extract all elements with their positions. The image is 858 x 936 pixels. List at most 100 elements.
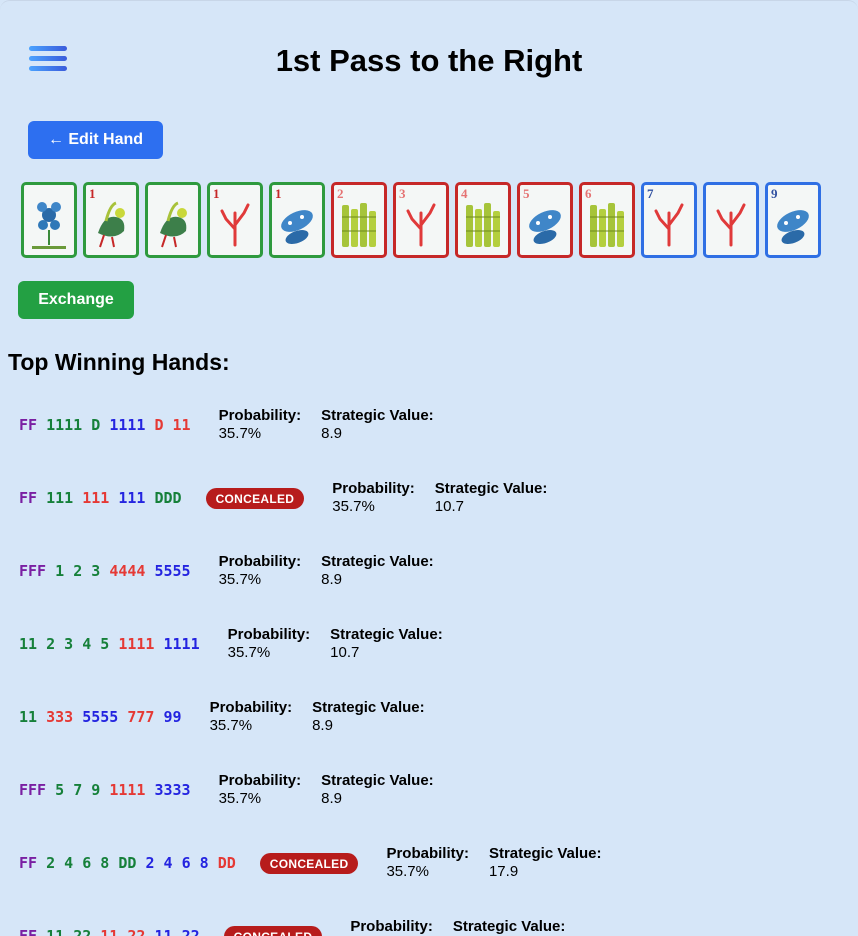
- probability-label: Probability:: [218, 407, 302, 424]
- probability-stat: Probability: 35.7%: [219, 553, 302, 589]
- tile-crak[interactable]: 1: [207, 182, 263, 258]
- winning-hand-row[interactable]: FF 2 4 6 8 DD 2 4 6 8 DD CONCEALED Probabi…: [19, 845, 602, 881]
- probability-stat: Probability: 35.7%: [386, 845, 469, 881]
- hand-group: 3333: [154, 781, 191, 799]
- probability-label: Probability:: [209, 699, 293, 716]
- tile-number: 9: [771, 186, 778, 201]
- tile-dot[interactable]: 9: [765, 182, 821, 258]
- strategic-value-stat: Strategic Value: 8.9: [321, 553, 434, 589]
- tile-bird[interactable]: 1: [83, 182, 139, 258]
- tile-number: 1: [89, 186, 96, 201]
- hand-group: 22: [127, 927, 146, 936]
- probability-value: 35.7%: [218, 571, 262, 588]
- hand-pattern: FF 111 111 111 DDD: [19, 480, 182, 507]
- strategic-value-stat: Strategic Value: 8.9: [321, 772, 434, 808]
- probability-stat: Probability: 35.7%: [219, 772, 302, 808]
- hand-group: DD: [118, 854, 137, 872]
- hand-group: FF: [19, 854, 38, 872]
- tile-bam[interactable]: 2: [331, 182, 387, 258]
- tile-bam[interactable]: 4: [455, 182, 511, 258]
- hand-group: 4: [64, 854, 74, 872]
- winning-hand-row[interactable]: FFF 5 7 9 1111 3333 Probability: 35.7% Stra…: [19, 772, 434, 808]
- tile-crak[interactable]: [703, 182, 759, 258]
- tile-rack: 1 1 1 2 3 4 5 6 7 9: [21, 182, 821, 258]
- probability-label: Probability:: [386, 845, 469, 862]
- probability-stat: Probability:: [350, 918, 433, 936]
- section-title: Top Winning Hands:: [8, 349, 230, 375]
- probability-label: Probability:: [227, 626, 311, 643]
- probability-label: Probability:: [218, 772, 302, 789]
- hand-group: 111: [46, 489, 74, 507]
- strategic-value-stat: Strategic Value: 8.9: [321, 407, 434, 443]
- hand-pattern: 11 333 5555 777 99: [19, 699, 182, 726]
- winning-hand-row[interactable]: FF 1111 D 1111 D 11 Probability: 35.7% Stra…: [19, 407, 434, 443]
- hand-group: D: [154, 416, 164, 434]
- strategic-value-label: Strategic Value:: [434, 480, 548, 497]
- tile-number: 3: [399, 186, 406, 201]
- tile-bam[interactable]: 6: [579, 182, 635, 258]
- probability-value: 35.7%: [227, 644, 271, 661]
- hand-pattern: FF 11 22 11 22 11 22: [19, 918, 200, 936]
- hand-group: 1111: [163, 635, 200, 653]
- winning-hand-row[interactable]: 11 2 3 4 5 1111 1111 Probability: 35.7% Str…: [19, 626, 443, 662]
- hand-group: 111: [82, 489, 110, 507]
- hand-group: 5: [55, 781, 65, 799]
- tile-dot[interactable]: 1: [269, 182, 325, 258]
- tile-flower[interactable]: [21, 182, 77, 258]
- winning-hand-row[interactable]: FF 11 22 11 22 11 22 CONCEALED Probability…: [19, 918, 565, 936]
- exchange-button[interactable]: Exchange: [18, 281, 134, 319]
- winning-hand-row[interactable]: 11 333 5555 777 99 Probability: 35.7% Strat…: [19, 699, 425, 735]
- probability-value: 35.7%: [218, 790, 262, 807]
- tile-crak[interactable]: 3: [393, 182, 449, 258]
- app-frame: 1st Pass to the Right ← Edit Hand 111234…: [0, 0, 858, 936]
- hand-group: 9: [91, 781, 101, 799]
- tile-crak[interactable]: 7: [641, 182, 697, 258]
- hand-group: 8: [199, 854, 209, 872]
- hand-group: DD: [217, 854, 236, 872]
- hand-group: 11: [100, 927, 119, 936]
- hand-group: 6: [181, 854, 191, 872]
- probability-value: 35.7%: [218, 425, 262, 442]
- probability-value: 35.7%: [332, 498, 375, 515]
- tile-number: 5: [523, 186, 530, 201]
- strategic-value-value: 10.7: [330, 644, 360, 661]
- probability-label: Probability:: [332, 480, 415, 497]
- hand-group: 22: [181, 927, 200, 936]
- hand-pattern: 11 2 3 4 5 1111 1111: [19, 626, 200, 653]
- winning-hand-row[interactable]: FF 111 111 111 DDD CONCEALED Probability: 3…: [19, 480, 547, 516]
- hand-group: D: [91, 416, 101, 434]
- tile-bird[interactable]: [145, 182, 201, 258]
- hand-group: FF: [19, 927, 38, 936]
- hand-group: 22: [73, 927, 92, 936]
- hand-group: 2: [46, 854, 56, 872]
- hand-group: 1111: [109, 781, 146, 799]
- hand-group: 5555: [154, 562, 191, 580]
- tile-dot[interactable]: 5: [517, 182, 573, 258]
- concealed-badge: CONCEALED: [205, 488, 305, 509]
- hand-group: 333: [46, 708, 74, 726]
- hand-group: 11: [154, 927, 173, 936]
- tile-number: 1: [275, 186, 282, 201]
- hand-group: 4: [163, 854, 173, 872]
- hand-pattern: FF 1111 D 1111 D 11: [19, 407, 191, 434]
- strategic-value-stat: Strategic Value:: [453, 918, 566, 936]
- hand-group: DDD: [154, 489, 182, 507]
- strategic-value-value: 17.9: [488, 863, 519, 880]
- flower-icon: [32, 202, 66, 249]
- probability-value: 35.7%: [209, 717, 253, 734]
- edit-hand-button[interactable]: ← Edit Hand: [28, 121, 163, 159]
- hand-group: 4444: [109, 562, 146, 580]
- hand-group: 2: [73, 562, 83, 580]
- winning-hand-row[interactable]: FFF 1 2 3 4444 5555 Probability: 35.7% Stra…: [19, 553, 434, 589]
- bird-icon: [160, 201, 187, 248]
- strategic-value-label: Strategic Value:: [321, 772, 434, 789]
- strategic-value-label: Strategic Value:: [321, 407, 434, 424]
- hand-group: 3: [64, 635, 74, 653]
- hand-group: 7: [73, 781, 83, 799]
- hand-group: 11: [19, 708, 38, 726]
- hand-group: FF: [19, 416, 38, 434]
- tile-number: 6: [585, 186, 592, 201]
- hand-group: 1: [55, 562, 65, 580]
- strategic-value-value: 8.9: [321, 571, 342, 588]
- hand-group: 4: [82, 635, 92, 653]
